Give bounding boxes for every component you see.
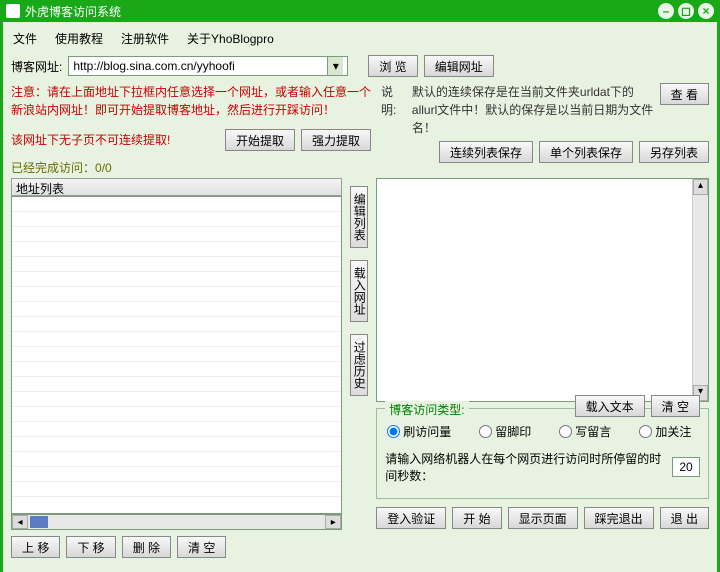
window-title: 外虎博客访问系统 — [25, 3, 658, 20]
url-value: http://blog.sina.com.cn/yyhoofi — [73, 59, 327, 73]
stop-button[interactable]: 踩完退出 — [584, 507, 654, 529]
load-url-button[interactable]: 载入网址 — [350, 260, 368, 322]
minimize-button[interactable]: – — [658, 3, 674, 19]
app-icon — [6, 4, 20, 18]
close-button[interactable]: × — [698, 3, 714, 19]
list-header: 地址列表 — [11, 178, 342, 196]
address-list[interactable] — [11, 196, 342, 514]
progress-label: 已经完成访问：0/0 — [11, 159, 371, 176]
scroll-right-icon[interactable]: ▸ — [325, 515, 341, 529]
start-extract-button[interactable]: 开始提取 — [225, 129, 295, 151]
clear-right-button[interactable]: 清 空 — [651, 395, 700, 417]
radio-message[interactable]: 写留言 — [559, 423, 611, 440]
url-combo[interactable]: http://blog.sina.com.cn/yyhoofi ▾ — [68, 56, 348, 76]
delay-input[interactable] — [672, 457, 700, 477]
login-button[interactable]: 登入验证 — [376, 507, 446, 529]
move-down-button[interactable]: 下 移 — [66, 536, 115, 558]
browse-button[interactable]: 浏 览 — [368, 55, 417, 77]
h-scrollbar[interactable]: ◂ ▸ — [11, 514, 342, 530]
load-text-button[interactable]: 载入文本 — [575, 395, 645, 417]
saveas-button[interactable]: 另存列表 — [639, 141, 709, 163]
scroll-left-icon[interactable]: ◂ — [12, 515, 28, 529]
start-button[interactable]: 开 始 — [452, 507, 501, 529]
scroll-thumb[interactable] — [30, 516, 48, 528]
chevron-down-icon[interactable]: ▾ — [327, 57, 343, 75]
explain-text: 说明: 默认的连续保存是在当前文件夹urldat下的allurl文件中！默认的保… — [381, 83, 709, 137]
visit-type-group: 博客访问类型: 载入文本 清 空 刷访问量 留脚印 写留言 加关注 请输入网络机… — [376, 408, 709, 499]
v-scrollbar[interactable]: ▴ ▾ — [692, 179, 708, 401]
radio-follow[interactable]: 加关注 — [639, 423, 691, 440]
single-save-button[interactable]: 单个列表保存 — [539, 141, 633, 163]
cont-save-button[interactable]: 连续列表保存 — [439, 141, 533, 163]
maximize-button[interactable]: ◻ — [678, 3, 694, 19]
filter-history-button[interactable]: 过虑历史 — [350, 334, 368, 396]
show-page-button[interactable]: 显示页面 — [508, 507, 578, 529]
titlebar: 外虎博客访问系统 – ◻ × — [0, 0, 720, 22]
menu-tutorial[interactable]: 使用教程 — [55, 30, 103, 47]
force-extract-button[interactable]: 强力提取 — [301, 129, 371, 151]
delay-label: 请输入网络机器人在每个网页进行访问时所停留的时间秒数： — [385, 450, 666, 484]
radio-footprint[interactable]: 留脚印 — [479, 423, 531, 440]
exit-button[interactable]: 退 出 — [660, 507, 709, 529]
clear-left-button[interactable]: 清 空 — [177, 536, 226, 558]
radio-visits[interactable]: 刷访问量 — [387, 423, 451, 440]
right-textarea[interactable]: ▴ ▾ — [376, 178, 709, 402]
group-title: 博客访问类型: — [385, 401, 468, 418]
url-label: 博客网址: — [11, 58, 62, 75]
move-up-button[interactable]: 上 移 — [11, 536, 60, 558]
menubar: 文件 使用教程 注册软件 关于YhoBlogpro — [11, 26, 709, 55]
scroll-up-icon[interactable]: ▴ — [693, 179, 708, 195]
edit-list-button[interactable]: 编辑列表 — [350, 186, 368, 248]
edit-url-button[interactable]: 编辑网址 — [424, 55, 494, 77]
view-button[interactable]: 查 看 — [660, 83, 709, 105]
menu-file[interactable]: 文件 — [13, 30, 37, 47]
hint-text: 注意：请在上面地址下拉框内任意选择一个网址，或者输入任意一个新浪站内网址！即可开… — [11, 83, 371, 119]
menu-about[interactable]: 关于YhoBlogpro — [187, 30, 274, 47]
menu-register[interactable]: 注册软件 — [121, 30, 169, 47]
nochild-text: 该网址下无子页不可连续提取! — [11, 131, 219, 149]
delete-button[interactable]: 删 除 — [122, 536, 171, 558]
